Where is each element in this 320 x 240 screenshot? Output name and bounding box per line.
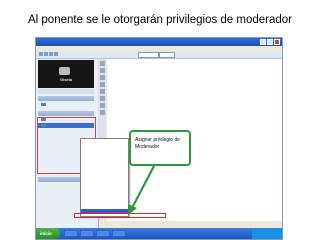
system-tray <box>252 228 282 239</box>
slide-title: Al ponente se le otorgarán privilegios d… <box>27 14 293 26</box>
callout-text: Asignar privilegio de Moderador <box>135 137 181 150</box>
callout-box: Asignar privilegio de Moderador <box>129 130 191 166</box>
taskbar-item[interactable] <box>96 230 110 237</box>
taskbar-item[interactable] <box>112 230 126 237</box>
taskbar-item[interactable] <box>80 230 94 237</box>
start-button[interactable]: inicio <box>36 228 60 239</box>
taskbar-items <box>64 230 126 237</box>
application-screenshot: Gisela Asignar privilegio de Moderador i… <box>35 37 283 240</box>
taskbar-item[interactable] <box>64 230 78 237</box>
taskbar: inicio <box>36 228 282 239</box>
